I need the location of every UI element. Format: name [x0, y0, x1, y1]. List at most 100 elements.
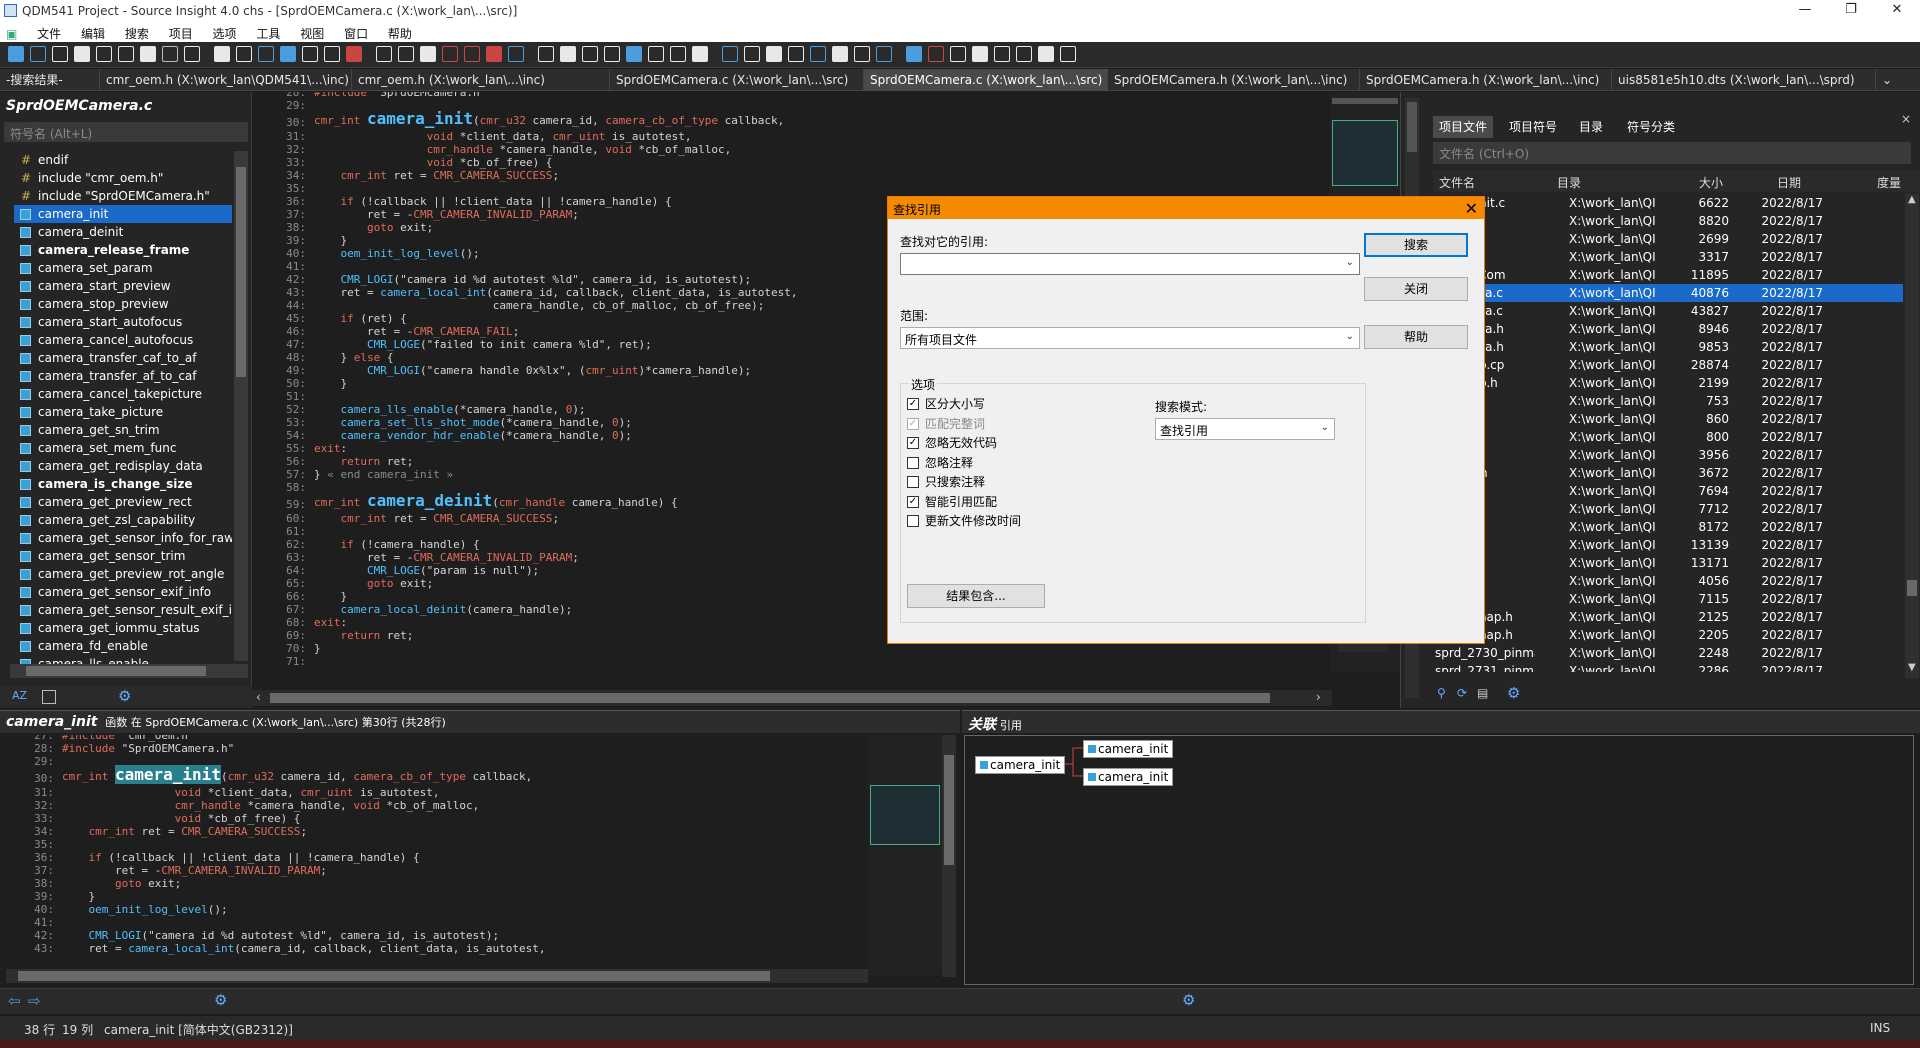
- code-line[interactable]: return ret;: [314, 629, 414, 642]
- toolbar-button-icon[interactable]: [346, 46, 362, 62]
- menu-edit[interactable]: 编辑: [73, 22, 113, 42]
- symbol-list-item[interactable]: camera_transfer_caf_to_af: [14, 349, 232, 367]
- toolbar-button-icon[interactable]: [8, 46, 24, 62]
- toolbar-button-icon[interactable]: [214, 46, 230, 62]
- toolbar-button-icon[interactable]: [788, 46, 804, 62]
- file-list-row[interactable]: hX:\work_lan\QI76942022/8/17: [1433, 482, 1903, 500]
- file-list-row[interactable]: pi.hX:\work_lan\QI88202022/8/17: [1433, 212, 1903, 230]
- toolbar-button-icon[interactable]: [258, 46, 274, 62]
- file-list-row[interactable]: traitAlgo.cpX:\work_lan\QI288742022/8/17: [1433, 356, 1903, 374]
- menu-window[interactable]: 窗口: [336, 22, 376, 42]
- tab-project-files[interactable]: 项目文件: [1433, 116, 1494, 138]
- symbol-list-item[interactable]: camera_transfer_af_to_caf: [14, 367, 232, 385]
- symbol-list-item[interactable]: camera_init: [14, 205, 232, 223]
- file-list-row[interactable]: l.mkX:\work_lan\QI7532022/8/17: [1433, 392, 1903, 410]
- file-list-row[interactable]: traitAlgo.hX:\work_lan\QI21992022/8/17: [1433, 374, 1903, 392]
- toolbar-button-icon[interactable]: [810, 46, 826, 62]
- panel-close-icon[interactable]: ×: [1901, 112, 1911, 126]
- chevron-down-icon[interactable]: ⌄: [1346, 331, 1354, 342]
- toolbar-button-icon[interactable]: [832, 46, 848, 62]
- code-line[interactable]: CMR_LOGI("camera id %d autotest %ld", ca…: [62, 929, 500, 942]
- toolbar-button-icon[interactable]: [906, 46, 922, 62]
- code-line[interactable]: cmr_int camera_deinit(cmr_handle camera_…: [314, 493, 678, 510]
- file-list-row[interactable]: MCamera.hX:\work_lan\QI98532022/8/17: [1433, 338, 1903, 356]
- symbol-list-hscrollbar[interactable]: [10, 664, 248, 678]
- menu-help[interactable]: 帮助: [380, 22, 420, 42]
- toolbar-button-icon[interactable]: [722, 46, 738, 62]
- tab-sprdoemcamera-h-1[interactable]: SprdOEMCamera.h (X:\work_lan\...\inc): [1108, 69, 1360, 91]
- dialog-close-icon[interactable]: ✕: [1465, 199, 1478, 218]
- option-checkbox[interactable]: 更新文件修改时间: [907, 513, 1021, 529]
- code-line[interactable]: if (ret) {: [314, 312, 407, 325]
- chevron-down-icon[interactable]: ⌄: [1321, 422, 1329, 433]
- search-mode-select[interactable]: 查找引用 ⌄: [1155, 418, 1335, 440]
- symbol-list-item[interactable]: camera_get_iommu_status: [14, 619, 232, 637]
- toolbar-button-icon[interactable]: [96, 46, 112, 62]
- editor-hscrollbar[interactable]: ‹ ›: [252, 690, 1332, 706]
- tab-sprdoemcamera-c-1[interactable]: SprdOEMCamera.c (X:\work_lan\...\src): [610, 69, 864, 91]
- file-list-row[interactable]: 00.cX:\work_lan\QI40562022/8/17: [1433, 572, 1903, 590]
- code-line[interactable]: exit:: [314, 616, 347, 629]
- symbol-list-item[interactable]: camera_stop_preview: [14, 295, 232, 313]
- toolbar-button-icon[interactable]: [670, 46, 686, 62]
- code-line[interactable]: return ret;: [314, 455, 414, 468]
- chevron-down-icon[interactable]: ⌄: [1346, 257, 1354, 268]
- symbol-list-item[interactable]: camera_get_sn_trim: [14, 421, 232, 439]
- symbol-list-item[interactable]: camera_cancel_takepicture: [14, 385, 232, 403]
- code-line[interactable]: }: [314, 642, 321, 655]
- toolbar-button-icon[interactable]: [420, 46, 436, 62]
- code-line[interactable]: cmr_int camera_init(cmr_u32 camera_id, c…: [314, 111, 784, 128]
- file-list-row[interactable]: l.mkX:\work_lan\QI8602022/8/17: [1433, 410, 1903, 428]
- menu-icon[interactable]: ▣: [0, 24, 25, 41]
- symbol-list-item[interactable]: camera_set_mem_func: [14, 439, 232, 457]
- code-line[interactable]: CMR_LOGE("failed to init camera %ld", re…: [314, 338, 652, 351]
- refresh-icon[interactable]: ⟳: [1457, 686, 1467, 700]
- file-list-row[interactable]: mkX:\work_lan\QI33172022/8/17: [1433, 248, 1903, 266]
- file-list-row[interactable]: 256.cX:\work_lan\QI131712022/8/17: [1433, 554, 1903, 572]
- col-directory[interactable]: 目录: [1557, 174, 1581, 191]
- menu-file[interactable]: 文件: [29, 22, 69, 42]
- code-line[interactable]: }: [314, 377, 347, 390]
- code-line[interactable]: goto exit;: [314, 221, 433, 234]
- code-line[interactable]: cmr_handle *camera_handle, void *cb_of_m…: [62, 799, 480, 812]
- file-list-row[interactable]: 20_pinmap.hX:\work_lan\QI21252022/8/17: [1433, 608, 1903, 626]
- menu-search[interactable]: 搜索: [117, 22, 157, 42]
- code-line[interactable]: ret = -CMR_CAMERA_INVALID_PARAM;: [314, 208, 579, 221]
- symbol-list-scrollbar[interactable]: [234, 151, 248, 661]
- toolbar-button-icon[interactable]: [118, 46, 134, 62]
- symbol-list-item[interactable]: camera_cancel_autofocus: [14, 331, 232, 349]
- relation-root-node[interactable]: camera_init: [975, 756, 1066, 774]
- symbol-list-item[interactable]: camera_start_autofocus: [14, 313, 232, 331]
- code-line[interactable]: camera_vendor_hdr_enable(*camera_handle,…: [314, 429, 632, 442]
- toolbar-button-icon[interactable]: [302, 46, 318, 62]
- toolbar-button-icon[interactable]: [560, 46, 576, 62]
- code-line[interactable]: ret = -CMR_CAMERA_INVALID_PARAM;: [62, 864, 327, 877]
- back-icon[interactable]: ⇦: [8, 992, 21, 1010]
- toolbar-button-icon[interactable]: [140, 46, 156, 62]
- relation-canvas[interactable]: camera_init camera_init camera_init: [964, 735, 1914, 985]
- code-line[interactable]: } else {: [314, 351, 393, 364]
- menu-view[interactable]: 视图: [292, 22, 332, 42]
- code-line[interactable]: cmr_int camera_init(cmr_u32 camera_id, c…: [62, 765, 532, 784]
- symbol-list-item[interactable]: camera_fd_enable: [14, 637, 232, 655]
- context-minimap[interactable]: [868, 735, 942, 975]
- code-line[interactable]: camera_lls_enable(*camera_handle, 0);: [314, 403, 586, 416]
- tab-sprdoemcamera-h-2[interactable]: SprdOEMCamera.h (X:\work_lan\...\inc): [1360, 69, 1612, 91]
- file-list-row[interactable]: l.mkX:\work_lan\QI8002022/8/17: [1433, 428, 1903, 446]
- toolbar-button-icon[interactable]: [398, 46, 414, 62]
- toolbar-button-icon[interactable]: [994, 46, 1010, 62]
- toolbar-button-icon[interactable]: [184, 46, 200, 62]
- code-line[interactable]: ret = -CMR_CAMERA_INVALID_PARAM;: [314, 551, 579, 564]
- toolbar-button-icon[interactable]: [74, 46, 90, 62]
- close-button[interactable]: 关闭: [1364, 277, 1468, 301]
- toolbar-button-icon[interactable]: [538, 46, 554, 62]
- file-search-input[interactable]: 文件名 (Ctrl+O): [1433, 142, 1911, 164]
- symbol-list-item[interactable]: camera_set_param: [14, 259, 232, 277]
- toolbar-button-icon[interactable]: [766, 46, 782, 62]
- help-button[interactable]: 帮助: [1364, 325, 1468, 349]
- toolbar-button-icon[interactable]: [486, 46, 502, 62]
- code-line[interactable]: camera_handle, cb_of_malloc, cb_of_free)…: [314, 299, 765, 312]
- code-line[interactable]: #include "SprdOEMCamera.h": [62, 742, 234, 755]
- tab-overflow-icon[interactable]: ⌄: [1876, 69, 1900, 91]
- toolbar-button-icon[interactable]: [1060, 46, 1076, 62]
